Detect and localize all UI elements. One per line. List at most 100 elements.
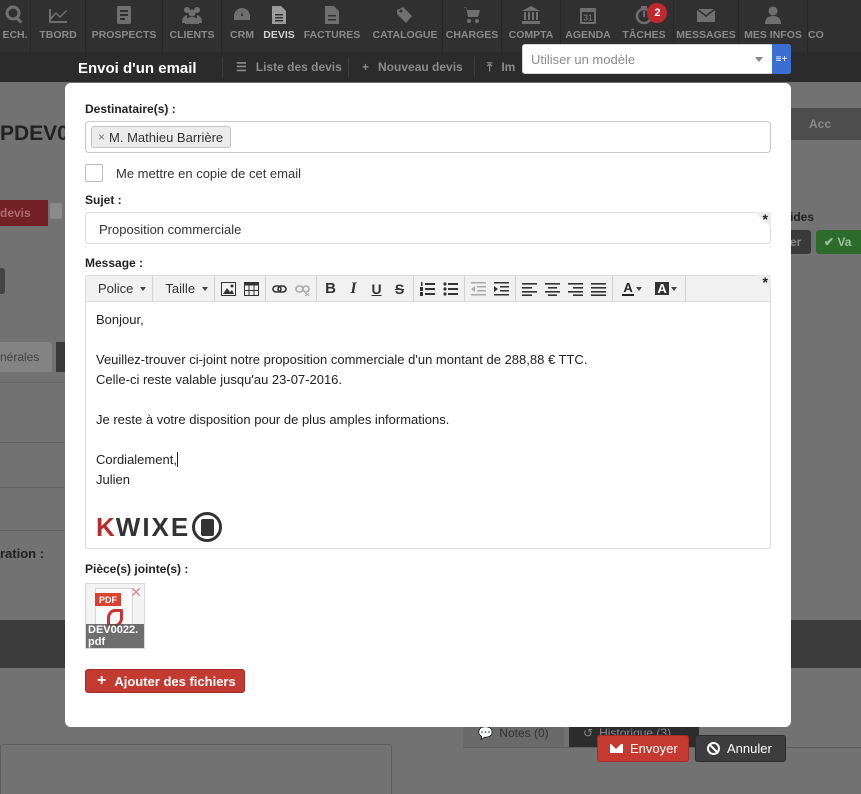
attachment-filename-line: DEV0022. [88, 624, 139, 636]
required-mark: * [762, 211, 768, 227]
message-line: Celle-ci reste valable jusqu'au 23-07-20… [96, 372, 343, 387]
side-dark-button: er [790, 230, 811, 254]
insert-image-icon[interactable] [217, 278, 240, 300]
history-icon: ↺ [583, 726, 594, 740]
recipient-tag: × M. Mathieu Barrière [91, 126, 232, 148]
cc-label: Me mettre en copie de cet email [116, 165, 301, 181]
message-line [96, 430, 760, 450]
nav-item-tbord[interactable]: TBORD [31, 0, 85, 52]
subnav-import[interactable]: ⤒ Im [487, 52, 515, 82]
attachment-filename: DEV0022. pdf [86, 624, 144, 648]
bullet-list-icon[interactable] [439, 278, 462, 300]
message-body[interactable]: Bonjour, Veuillez-trouver ci-joint notre… [86, 302, 770, 552]
add-files-button[interactable]: + Ajouter des fichiers [85, 669, 245, 693]
cancel-button[interactable]: Annuler [695, 735, 786, 762]
message-line: Julien [96, 472, 130, 487]
add-template-button[interactable]: ≡+ [772, 44, 791, 74]
remove-attachment-icon[interactable]: ✕ [130, 584, 142, 601]
background-red-button: devis [0, 200, 48, 226]
italic-button[interactable]: I [342, 278, 365, 300]
recipients-input[interactable]: × M. Mathieu Barrière [85, 121, 771, 153]
recipient-name: M. Mathieu Barrière [109, 129, 224, 145]
chevron-down-icon [140, 286, 147, 291]
strikethrough-button[interactable]: S [388, 278, 411, 300]
document-icon [268, 6, 290, 24]
bold-button[interactable]: B [319, 278, 342, 300]
outdent-icon[interactable] [467, 278, 490, 300]
pdf-badge: PDF [95, 593, 121, 606]
nav-item-factures[interactable]: FACTURES [296, 0, 368, 52]
list-icon: ☰ [236, 60, 247, 74]
nav-item-search[interactable]: ECH. [0, 0, 30, 52]
side-validate-label: Va [837, 235, 852, 249]
envelope-icon [610, 744, 623, 753]
logo-letter-k: K [96, 512, 116, 542]
attachments-label: Pièce(s) jointe(s) : [85, 562, 189, 576]
template-placeholder: Utiliser un modèle [531, 51, 636, 67]
insert-table-icon[interactable] [240, 278, 263, 300]
nav-item-label: CHARGES [445, 29, 499, 41]
remove-recipient-icon[interactable]: × [98, 130, 105, 144]
chevron-down-icon [202, 286, 209, 291]
unlink-icon[interactable] [291, 278, 314, 300]
text-color-button[interactable]: A [615, 278, 649, 300]
align-right-icon[interactable] [564, 278, 587, 300]
nav-item-clients[interactable]: CLIENTS [163, 0, 221, 52]
align-justify-icon[interactable] [587, 278, 610, 300]
breadcrumb-step: Acc [781, 108, 861, 140]
cart-icon [461, 6, 483, 24]
dashboard-icon [231, 6, 253, 24]
size-dropdown-label: Taille [165, 281, 196, 296]
nav-item-label: CATALOGUE [372, 29, 438, 41]
nav-item-devis[interactable]: DEVIS [262, 0, 296, 52]
attachment-filename-line: pdf [88, 636, 106, 648]
attachment-tile[interactable]: PDF ✕ DEV0022. pdf [85, 583, 145, 649]
chevron-down-icon [755, 56, 763, 62]
toolbar-group-lists [414, 275, 466, 302]
message-line [96, 330, 760, 350]
nav-item-prospects[interactable]: PROSPECTS [86, 0, 162, 52]
subnav-label: Nouveau devis [378, 60, 463, 74]
nav-item-charges[interactable]: CHARGES [443, 0, 501, 52]
align-left-icon[interactable] [518, 278, 541, 300]
subnav-list-quotes[interactable]: ☰ Liste des devis [236, 52, 342, 82]
document-icon [50, 203, 62, 219]
font-dropdown-label: Police [98, 281, 134, 296]
font-dropdown[interactable]: Police [86, 275, 154, 302]
chevron-down-icon [635, 286, 642, 291]
cancel-icon [707, 742, 720, 755]
nav-item-catalogue[interactable]: CATALOGUE [368, 0, 442, 52]
nav-item-label: DEVIS [263, 29, 295, 41]
message-editor[interactable]: Police Taille B I U S A A * Bonjour, Veu… [85, 274, 771, 552]
side-validate-button: ✔ Va [816, 230, 861, 254]
ordered-list-icon[interactable] [416, 278, 439, 300]
field-label: ration : [0, 546, 45, 561]
search-icon [4, 5, 26, 24]
subject-input[interactable]: Proposition commerciale * [85, 211, 771, 244]
nav-item-label: MESSAGES [676, 29, 736, 41]
send-label: Envoyer [630, 741, 678, 756]
subnav-new-quote[interactable]: + Nouveau devis [362, 52, 463, 82]
nav-item-label: CRM [230, 29, 254, 41]
bank-icon [520, 6, 542, 24]
cc-checkbox[interactable] [85, 164, 103, 182]
font-color-icon: A [622, 279, 634, 296]
send-button[interactable]: Envoyer [597, 735, 689, 762]
editor-toolbar: Police Taille B I U S A A * [86, 274, 771, 302]
background-color-button[interactable]: A [649, 278, 683, 300]
align-center-icon[interactable] [541, 278, 564, 300]
underline-button[interactable]: U [365, 278, 388, 300]
size-dropdown[interactable]: Taille [153, 275, 216, 302]
invoice-icon [321, 6, 343, 24]
indent-icon[interactable] [490, 278, 513, 300]
nav-item-crm[interactable]: CRM [222, 0, 262, 52]
nav-item-more[interactable]: CO [808, 0, 828, 52]
link-icon[interactable] [268, 278, 291, 300]
message-line [96, 390, 760, 410]
toolbar-group-format: B I U S [317, 275, 415, 302]
subnav-label: Liste des devis [255, 60, 342, 74]
template-select[interactable]: Utiliser un modèle ≡+ [522, 44, 791, 74]
tags-icon [394, 6, 416, 24]
tab-generales: nérales [0, 342, 52, 372]
nav-item-label: TÂCHES [622, 29, 666, 41]
